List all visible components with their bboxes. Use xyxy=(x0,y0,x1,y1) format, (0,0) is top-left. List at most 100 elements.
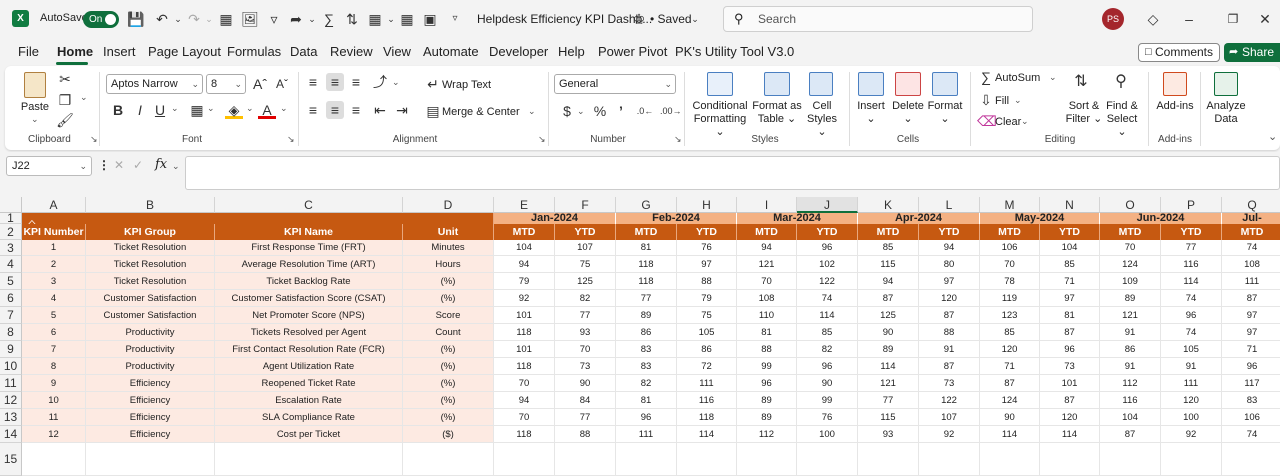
kpi-name[interactable]: Reopened Ticket Rate xyxy=(215,375,403,392)
kpi-value[interactable]: 89 xyxy=(858,341,919,358)
kpi-value[interactable]: 97 xyxy=(1222,307,1280,324)
kpi-value[interactable]: 77 xyxy=(1161,240,1222,256)
kpi-value[interactable]: 100 xyxy=(797,426,858,443)
kpi-unit[interactable]: Count xyxy=(403,324,494,341)
kpi-value[interactable]: 111 xyxy=(616,426,677,443)
quick-dropdown-icon[interactable]: ⌄ xyxy=(303,10,321,28)
row-header-4[interactable]: 4 xyxy=(0,256,22,273)
row-header-1[interactable]: 1 xyxy=(0,212,22,224)
cut-icon[interactable]: ✂ xyxy=(56,70,74,88)
kpi-group[interactable]: Efficiency xyxy=(86,375,215,392)
kpi-name[interactable]: Ticket Backlog Rate xyxy=(215,273,403,290)
row-header-13[interactable]: 13 xyxy=(0,409,22,426)
kpi-value[interactable]: 94 xyxy=(858,273,919,290)
kpi-value[interactable]: 125 xyxy=(858,307,919,324)
document-title[interactable]: Helpdesk Efficiency KPI Dashb... xyxy=(477,12,652,26)
kpi-value[interactable]: 85 xyxy=(797,324,858,341)
kpi-value[interactable]: 70 xyxy=(1100,240,1161,256)
tab-review[interactable]: Review xyxy=(330,44,373,59)
underline-dropdown-icon[interactable]: ⌄ xyxy=(171,103,179,114)
kpi-name[interactable]: Escalation Rate xyxy=(215,392,403,409)
kpi-value[interactable]: 114 xyxy=(980,426,1040,443)
sort-icon[interactable]: ⇅ xyxy=(343,10,361,28)
kpi-value[interactable]: 83 xyxy=(616,358,677,375)
kpi-number[interactable]: 11 xyxy=(22,409,86,426)
kpi-value[interactable]: 86 xyxy=(616,324,677,341)
kpi-value[interactable]: 117 xyxy=(1222,375,1280,392)
cancel-icon[interactable]: ✕ xyxy=(114,158,124,172)
find-select-button[interactable]: Find & Select ⌄ xyxy=(1101,100,1143,139)
find-icon[interactable]: ⚲ xyxy=(1112,73,1130,91)
currency-icon[interactable]: $ xyxy=(558,102,576,120)
kpi-value[interactable]: 93 xyxy=(555,324,616,341)
kpi-group[interactable]: Customer Satisfaction xyxy=(86,290,215,307)
kpi-value[interactable]: 111 xyxy=(1161,375,1222,392)
kpi-value[interactable]: 94 xyxy=(494,256,555,273)
kpi-value[interactable]: 73 xyxy=(919,375,980,392)
kpi-value[interactable]: 85 xyxy=(858,240,919,256)
kpi-value[interactable]: 89 xyxy=(1100,290,1161,307)
kpi-value[interactable]: 88 xyxy=(919,324,980,341)
search-box[interactable]: ⚲ Search xyxy=(723,6,1033,32)
font-color-dropdown-icon[interactable]: ⌄ xyxy=(280,103,288,114)
kpi-unit[interactable]: ($) xyxy=(403,426,494,443)
screen-icon[interactable]: ▣ xyxy=(421,10,439,28)
empty-cell[interactable] xyxy=(215,443,403,476)
kpi-value[interactable]: 96 xyxy=(797,358,858,375)
decrease-font-icon[interactable]: Aˇ xyxy=(273,75,291,93)
font-color-icon[interactable]: A xyxy=(258,101,276,119)
kpi-number[interactable]: 1 xyxy=(22,240,86,256)
empty-cell[interactable] xyxy=(494,443,555,476)
kpi-value[interactable]: 121 xyxy=(858,375,919,392)
kpi-value[interactable]: 100 xyxy=(1161,409,1222,426)
kpi-unit[interactable]: (%) xyxy=(403,341,494,358)
kpi-value[interactable]: 114 xyxy=(858,358,919,375)
tab-file[interactable]: File xyxy=(18,44,39,59)
function-dropdown-icon[interactable]: ⌄ xyxy=(172,161,180,172)
column-header-e[interactable]: E xyxy=(494,197,555,213)
sort-filter-button[interactable]: Sort & Filter ⌄ xyxy=(1062,100,1106,126)
empty-cell[interactable] xyxy=(1040,443,1100,476)
kpi-value[interactable]: 123 xyxy=(980,307,1040,324)
kpi-value[interactable]: 90 xyxy=(980,409,1040,426)
kpi-value[interactable]: 86 xyxy=(677,341,737,358)
kpi-unit[interactable]: Minutes xyxy=(403,240,494,256)
wrap-text-icon[interactable]: ↵ xyxy=(424,75,442,93)
font-launcher-icon[interactable]: ↘ xyxy=(287,134,295,145)
increase-decimal-icon[interactable]: .0← xyxy=(636,102,654,120)
minimize-icon[interactable]: – xyxy=(1180,10,1198,28)
empty-cell[interactable] xyxy=(677,443,737,476)
kpi-value[interactable]: 87 xyxy=(980,375,1040,392)
kpi-number[interactable]: 7 xyxy=(22,341,86,358)
kpi-value[interactable]: 118 xyxy=(494,324,555,341)
format-table-icon[interactable] xyxy=(764,72,790,96)
eraser-icon[interactable]: ⌫ xyxy=(977,112,997,130)
kpi-value[interactable]: 87 xyxy=(858,290,919,307)
kpi-value[interactable]: 118 xyxy=(616,273,677,290)
row-header-10[interactable]: 10 xyxy=(0,358,22,375)
kpi-value[interactable]: 76 xyxy=(677,240,737,256)
kpi-value[interactable]: 104 xyxy=(494,240,555,256)
cell-styles-icon[interactable] xyxy=(809,72,833,96)
empty-cell[interactable] xyxy=(737,443,797,476)
column-header-h[interactable]: H xyxy=(677,197,737,213)
kpi-value[interactable]: 91 xyxy=(1100,324,1161,341)
kpi-value[interactable]: 81 xyxy=(1040,307,1100,324)
column-header-k[interactable]: K xyxy=(858,197,919,213)
diamond-icon[interactable]: ◇ xyxy=(1144,10,1162,28)
column-header-c[interactable]: C xyxy=(215,197,403,213)
kpi-value[interactable]: 115 xyxy=(858,409,919,426)
kpi-number[interactable]: 3 xyxy=(22,273,86,290)
increase-indent-icon[interactable]: ⇥ xyxy=(393,101,411,119)
kpi-value[interactable]: 87 xyxy=(1040,392,1100,409)
kpi-value[interactable]: 91 xyxy=(919,341,980,358)
kpi-name[interactable]: Cost per Ticket xyxy=(215,426,403,443)
empty-cell[interactable] xyxy=(86,443,215,476)
kpi-value[interactable]: 78 xyxy=(980,273,1040,290)
tab-automate[interactable]: Automate xyxy=(423,44,479,59)
kpi-unit[interactable]: (%) xyxy=(403,375,494,392)
kpi-value[interactable]: 96 xyxy=(1161,307,1222,324)
kpi-value[interactable]: 125 xyxy=(555,273,616,290)
fill-icon[interactable]: ⇩ xyxy=(977,91,995,109)
image-icon[interactable]: 🖼 xyxy=(241,10,259,28)
